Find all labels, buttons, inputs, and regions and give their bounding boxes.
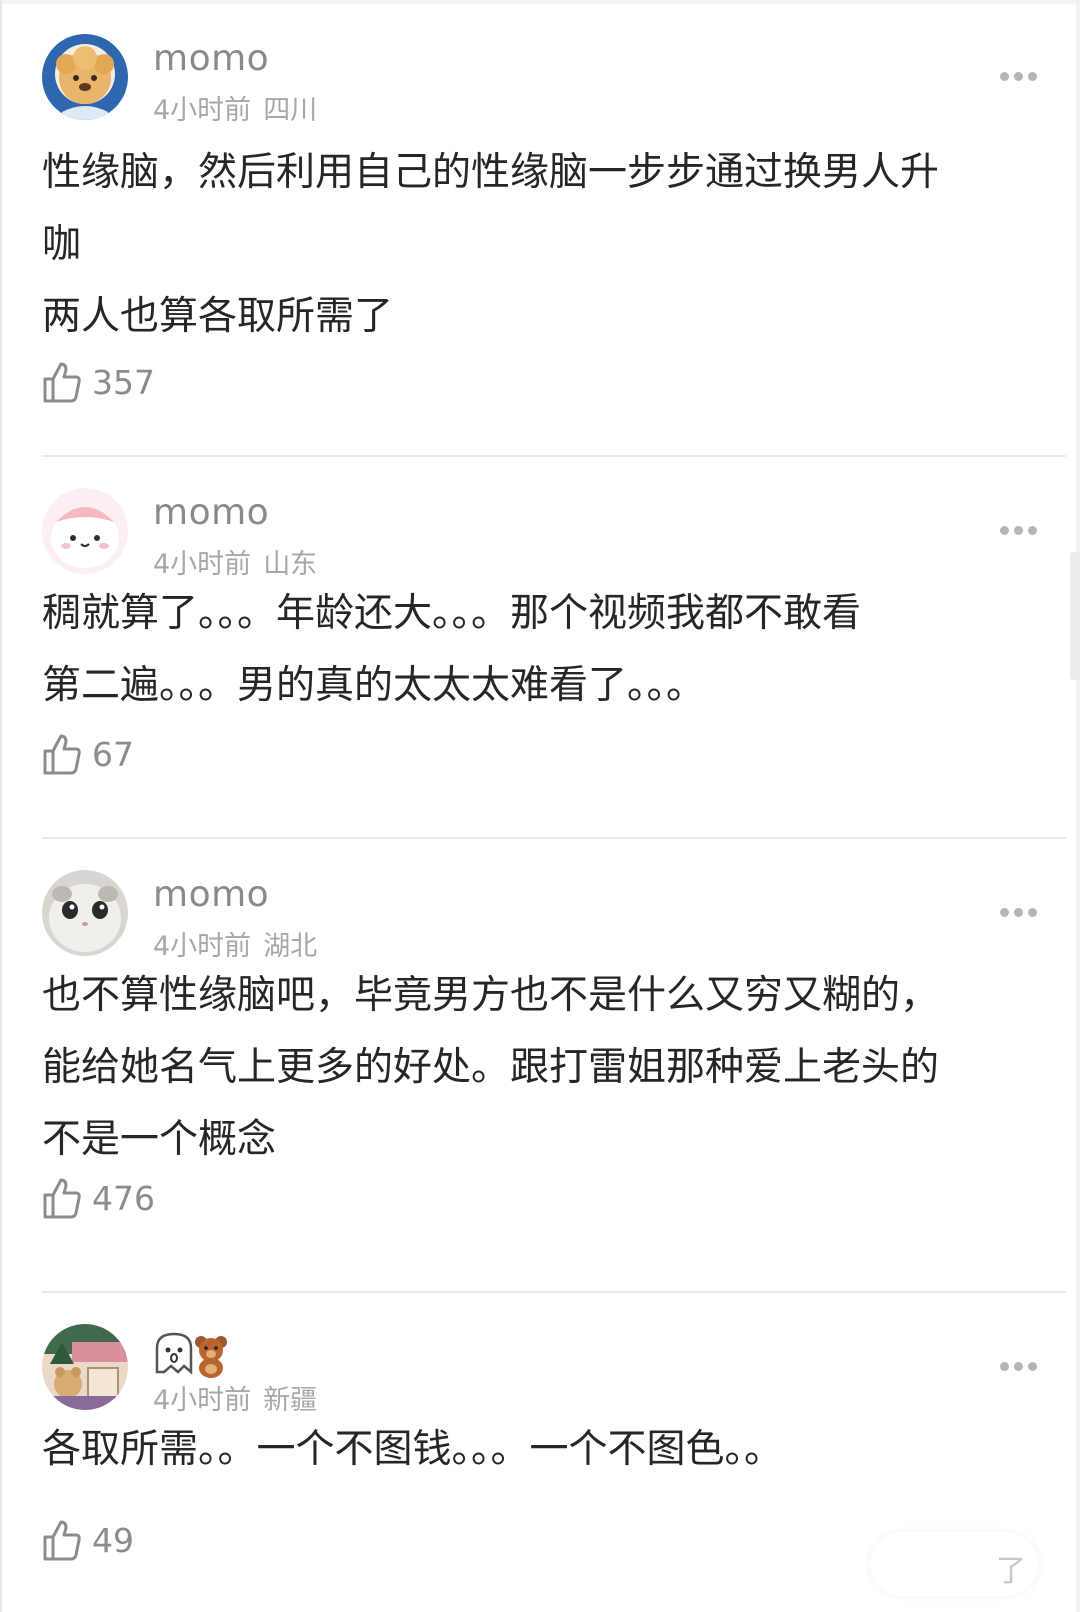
avatar-pink-bunny[interactable] [42,488,128,574]
thumbs-up-icon [43,1178,81,1219]
comment-text: 也不算性缘脑吧，毕竟男方也不是什么又穷又糊的， 能给她名气上更多的好处。跟打雷姐… [42,973,940,1162]
teddy-bear-sticker-icon [195,1336,227,1378]
avatar-bear-shop[interactable] [42,1324,128,1410]
comment-text: 稠就算了。。。年龄还大。。。那个视频我都不敢看 第二遍。。。男的真的太太太难看了… [42,591,862,708]
name-stickers [153,1328,233,1380]
comment-meta: 4小时前 湖北 [153,924,317,963]
username[interactable]: momo [153,492,269,533]
top-edge [0,0,1080,4]
username[interactable]: momo [153,38,269,79]
thumbs-up-icon [43,1520,81,1561]
like-button[interactable]: 67 [42,733,134,775]
comment-meta: 4小时前 四川 [153,88,317,127]
comment-location: 山东 [263,549,318,580]
more-options-icon[interactable] [1000,1362,1038,1372]
comment-time: 4小时前 [153,549,252,580]
thumbs-up-icon [43,734,81,775]
like-button[interactable]: 476 [42,1177,155,1219]
comment-text: 各取所需。。一个不图钱。。。一个不图色。。 [42,1427,784,1472]
like-count: 67 [92,734,134,774]
comment-location: 新疆 [263,1385,318,1416]
comment-meta: 4小时前 新疆 [153,1378,317,1417]
scrollbar-thumb[interactable] [1070,552,1080,680]
more-options-icon[interactable] [1000,72,1038,82]
right-edge [1076,0,1080,1612]
like-count: 357 [92,362,155,402]
like-count: 49 [92,1520,134,1560]
comment-text: 性缘脑，然后利用自己的性缘脑一步步通过换男人升 咖 两人也算各取所需了 [42,150,940,339]
username[interactable]: momo [153,874,269,915]
comment-location: 四川 [263,95,318,126]
comment-divider [42,1291,1066,1293]
comment-meta: 4小时前 山东 [153,542,317,581]
thumbs-up-icon [43,362,81,403]
reply-hint: 了 [996,1554,1026,1589]
comment-divider [42,455,1066,457]
avatar-teddy-dog[interactable] [42,34,128,120]
more-options-icon[interactable] [1000,908,1038,918]
avatar-white-cat[interactable] [42,870,128,956]
comment-divider [42,837,1066,839]
comment-time: 4小时前 [153,1385,252,1416]
more-options-icon[interactable] [1000,526,1038,536]
like-button[interactable]: 357 [42,361,155,403]
comment-time: 4小时前 [153,931,252,962]
like-button[interactable]: 49 [42,1519,134,1561]
like-count: 476 [92,1178,155,1218]
comment-time: 4小时前 [153,95,252,126]
comment-location: 湖北 [263,931,318,962]
ghost-sticker-icon [155,1332,193,1375]
reply-input-pill[interactable]: 了 [870,1532,1038,1596]
left-edge [0,0,2,1612]
